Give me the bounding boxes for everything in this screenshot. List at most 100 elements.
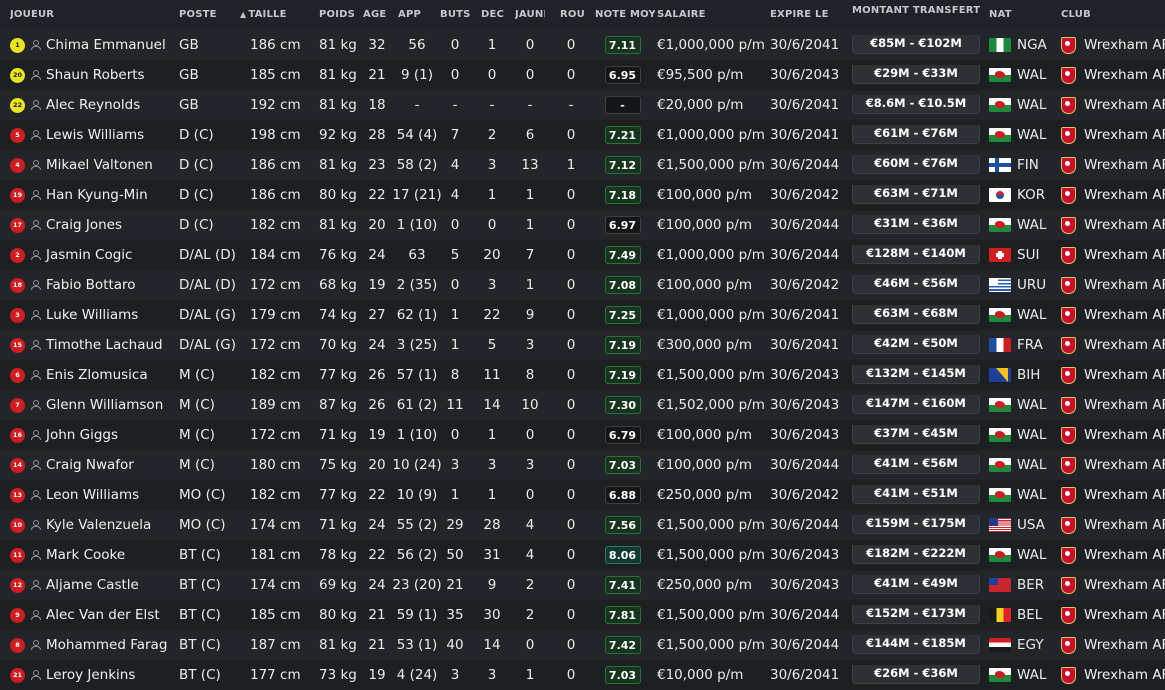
table-row[interactable]: 6 Enis Zlomusica M (C) 182 cm 77 kg 26 57 (1) 8… — [0, 360, 1165, 390]
club-cell[interactable]: Wrexham AF — [1061, 456, 1165, 474]
col-header-age[interactable]: ÂGE — [363, 9, 391, 20]
player-cell[interactable]: 3 Luke Williams — [10, 307, 175, 323]
nationality-cell[interactable]: WAL — [989, 667, 1055, 683]
nationality-cell[interactable]: BEL — [989, 607, 1055, 623]
nationality-cell[interactable]: FRA — [989, 337, 1055, 353]
player-name[interactable]: Fabio Bottaro — [46, 277, 136, 293]
player-name[interactable]: John Giggs — [46, 427, 118, 443]
nationality-cell[interactable]: WAL — [989, 457, 1055, 473]
nationality-cell[interactable]: FIN — [989, 157, 1055, 173]
player-cell[interactable]: 11 Mark Cooke — [10, 547, 175, 563]
club-cell[interactable]: Wrexham AF — [1061, 666, 1165, 684]
nationality-cell[interactable]: WAL — [989, 487, 1055, 503]
player-name[interactable]: Craig Jones — [46, 217, 122, 233]
nationality-cell[interactable]: SUI — [989, 247, 1055, 263]
table-row[interactable]: 11 Mark Cooke BT (C) 181 cm 78 kg 22 56 (2) 50 3… — [0, 540, 1165, 570]
table-row[interactable]: 15 Timothe Lachaud D/AL (G) 172 cm 70 kg 24 3 … — [0, 330, 1165, 360]
player-cell[interactable]: 5 Lewis Williams — [10, 127, 175, 143]
club-cell[interactable]: Wrexham AF — [1061, 336, 1165, 354]
club-cell[interactable]: Wrexham AF — [1061, 36, 1165, 54]
club-cell[interactable]: Wrexham AF — [1061, 486, 1165, 504]
nationality-cell[interactable]: WAL — [989, 217, 1055, 233]
table-row[interactable]: 4 Mikael Valtonen D (C) 186 cm 81 kg 23 58 (2)… — [0, 150, 1165, 180]
nationality-cell[interactable]: WAL — [989, 547, 1055, 563]
col-header-club[interactable]: CLUB — [1061, 9, 1165, 20]
club-cell[interactable]: Wrexham AF — [1061, 156, 1165, 174]
player-name[interactable]: Enis Zlomusica — [46, 367, 148, 383]
player-cell[interactable]: 12 Aljame Castle — [10, 577, 175, 593]
club-cell[interactable]: Wrexham AF — [1061, 546, 1165, 564]
player-cell[interactable]: 6 Enis Zlomusica — [10, 367, 175, 383]
nationality-cell[interactable]: WAL — [989, 397, 1055, 413]
table-row[interactable]: 22 Alec Reynolds GB 192 cm 81 kg 18- - - - - - €20,… — [0, 90, 1165, 120]
col-header-assists[interactable]: DÉC — [481, 9, 511, 20]
club-cell[interactable]: Wrexham AF — [1061, 96, 1165, 114]
club-cell[interactable]: Wrexham AF — [1061, 306, 1165, 324]
nationality-cell[interactable]: NGA — [989, 37, 1055, 53]
player-cell[interactable]: 7 Glenn Williamson — [10, 397, 175, 413]
player-cell[interactable]: 22 Alec Reynolds — [10, 97, 175, 113]
nationality-cell[interactable]: USA — [989, 517, 1055, 533]
club-cell[interactable]: Wrexham AF — [1061, 576, 1165, 594]
table-row[interactable]: 7 Glenn Williamson M (C) 189 cm 87 kg 26 61 (2… — [0, 390, 1165, 420]
player-cell[interactable]: 21 Leroy Jenkins — [10, 667, 175, 683]
player-name[interactable]: Luke Williams — [46, 307, 138, 323]
col-header-wage[interactable]: SALAIRE — [657, 9, 767, 20]
col-header-rating[interactable]: NOTE MOY — [595, 9, 655, 20]
club-cell[interactable]: Wrexham AF — [1061, 276, 1165, 294]
nationality-cell[interactable]: EGY — [989, 637, 1055, 653]
player-cell[interactable]: 1 Chima Emmanuel — [10, 37, 175, 53]
nationality-cell[interactable]: BIH — [989, 367, 1055, 383]
col-header-goals[interactable]: BUTS — [440, 9, 470, 20]
nationality-cell[interactable]: URU — [989, 277, 1055, 293]
table-row[interactable]: 1 Chima Emmanuel GB 186 cm 81 kg 32 56 0 1 0 0 7.11… — [0, 30, 1165, 60]
table-row[interactable]: 16 John Giggs M (C) 172 cm 71 kg 19 1 (10) 0 1 0 0… — [0, 420, 1165, 450]
table-row[interactable]: 12 Aljame Castle BT (C) 174 cm 69 kg 24 23 (20… — [0, 570, 1165, 600]
nationality-cell[interactable]: WAL — [989, 307, 1055, 323]
table-row[interactable]: 2 Jasmin Cogic D/AL (D) 184 cm 76 kg 24 63 5 20 7… — [0, 240, 1165, 270]
player-name[interactable]: Shaun Roberts — [46, 67, 145, 83]
player-cell[interactable]: 18 Fabio Bottaro — [10, 277, 175, 293]
player-name[interactable]: Kyle Valenzuela — [46, 517, 151, 533]
player-name[interactable]: Chima Emmanuel — [46, 37, 166, 53]
club-cell[interactable]: Wrexham AF — [1061, 246, 1165, 264]
player-name[interactable]: Jasmin Cogic — [46, 247, 132, 263]
club-cell[interactable]: Wrexham AF — [1061, 636, 1165, 654]
table-row[interactable]: 8 Mohammed Farag BT (C) 187 cm 81 kg 21 53 (1)… — [0, 630, 1165, 660]
player-cell[interactable]: 8 Mohammed Farag — [10, 637, 175, 653]
table-row[interactable]: 18 Fabio Bottaro D/AL (D) 172 cm 68 kg 19 2 (3… — [0, 270, 1165, 300]
table-row[interactable]: 14 Craig Nwafor M (C) 180 cm 75 kg 20 10 (24) 3… — [0, 450, 1165, 480]
club-cell[interactable]: Wrexham AF — [1061, 396, 1165, 414]
club-cell[interactable]: Wrexham AF — [1061, 606, 1165, 624]
table-row[interactable]: 17 Craig Jones D (C) 182 cm 81 kg 20 1 (10) 0 0 1… — [0, 210, 1165, 240]
player-name[interactable]: Mark Cooke — [46, 547, 125, 563]
club-cell[interactable]: Wrexham AF — [1061, 66, 1165, 84]
player-name[interactable]: Leon Williams — [46, 487, 139, 503]
nationality-cell[interactable]: WAL — [989, 127, 1055, 143]
col-header-yellow[interactable]: JAUNE — [515, 9, 545, 20]
player-cell[interactable]: 19 Han Kyung-Min — [10, 187, 175, 203]
table-row[interactable]: 19 Han Kyung-Min D (C) 186 cm 80 kg 22 17 (21)… — [0, 180, 1165, 210]
player-name[interactable]: Glenn Williamson — [46, 397, 163, 413]
col-header-position[interactable]: POSTE — [179, 9, 239, 20]
player-name[interactable]: Leroy Jenkins — [46, 667, 135, 683]
nationality-cell[interactable]: WAL — [989, 427, 1055, 443]
table-row[interactable]: 20 Shaun Roberts GB 185 cm 81 kg 21 9 (1) 0 0 0 0 6… — [0, 60, 1165, 90]
player-name[interactable]: Mikael Valtonen — [46, 157, 153, 173]
col-header-weight[interactable]: POIDS — [319, 9, 359, 20]
player-name[interactable]: Mohammed Farag — [46, 637, 167, 653]
col-header-nat[interactable]: NAT — [989, 9, 1055, 20]
nationality-cell[interactable]: WAL — [989, 67, 1055, 83]
club-cell[interactable]: Wrexham AF — [1061, 516, 1165, 534]
player-name[interactable]: Aljame Castle — [46, 577, 139, 593]
player-cell[interactable]: 2 Jasmin Cogic — [10, 247, 175, 263]
player-cell[interactable]: 4 Mikael Valtonen — [10, 157, 175, 173]
table-row[interactable]: 9 Alec Van der Elst BT (C) 185 cm 80 kg 21 59 … — [0, 600, 1165, 630]
player-name[interactable]: Alec Reynolds — [46, 97, 140, 113]
player-name[interactable]: Han Kyung-Min — [46, 187, 148, 203]
col-header-expires[interactable]: EXPIRE LE — [770, 9, 845, 20]
table-row[interactable]: 10 Kyle Valenzuela MO (C) 174 cm 71 kg 24 55 (… — [0, 510, 1165, 540]
player-name[interactable]: Lewis Williams — [46, 127, 144, 143]
col-header-player[interactable]: JOUEUR — [10, 9, 175, 20]
table-row[interactable]: 21 Leroy Jenkins BT (C) 177 cm 73 kg 19 4 (24)… — [0, 660, 1165, 690]
